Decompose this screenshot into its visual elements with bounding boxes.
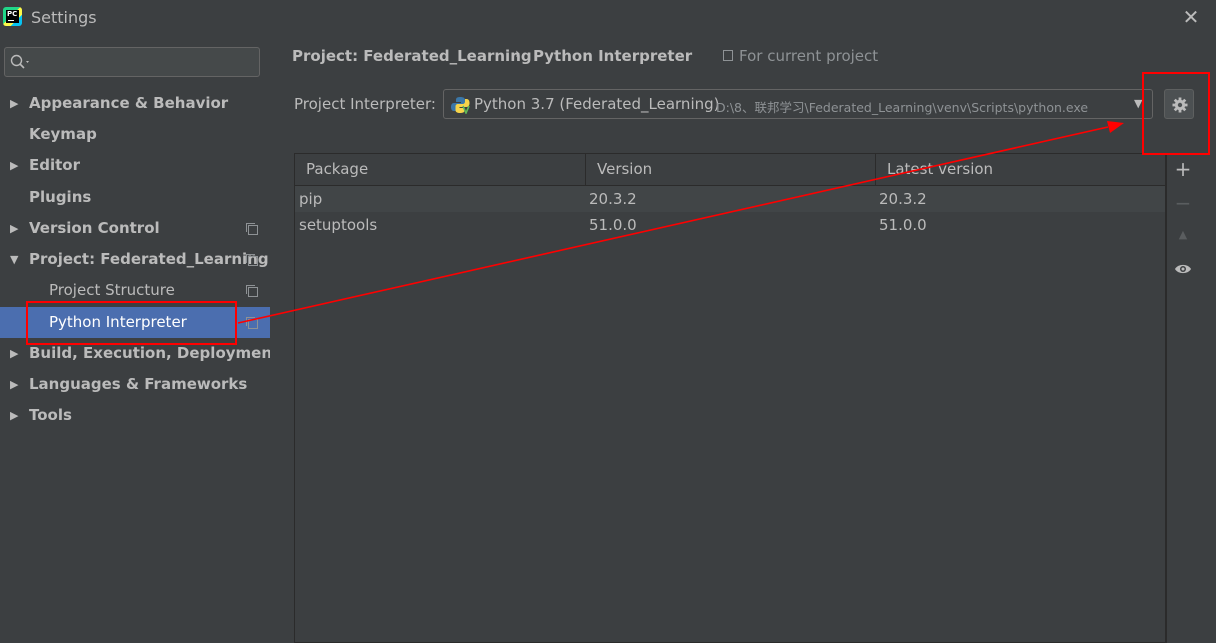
eye-icon (1175, 264, 1191, 274)
table-row[interactable]: pip 20.3.2 20.3.2 (295, 186, 1165, 212)
sidebar-item-project-structure[interactable]: Project Structure (0, 275, 270, 306)
project-scope-icon (246, 254, 258, 266)
search-field[interactable] (33, 51, 257, 75)
window-title: Settings (31, 8, 97, 27)
search-icon (10, 54, 29, 69)
expand-arrow-icon[interactable]: ▶ (10, 88, 18, 119)
breadcrumb-separator: › (515, 46, 521, 62)
settings-sidebar: ▶ Appearance & Behavior Keymap ▶ Editor … (0, 36, 279, 639)
dropdown-arrow-icon[interactable]: ▼ (1134, 97, 1142, 110)
sidebar-item-python-interpreter[interactable]: Python Interpreter (0, 307, 270, 338)
expand-arrow-icon[interactable]: ▶ (10, 400, 18, 431)
project-scope-icon (246, 317, 258, 329)
sidebar-item-keymap[interactable]: Keymap (0, 119, 270, 150)
sidebar-item-build-execution-deployment[interactable]: ▶ Build, Execution, Deployment (0, 338, 279, 369)
upgrade-package-button[interactable]: ▲ (1173, 225, 1193, 245)
close-button[interactable]: ✕ (1180, 6, 1202, 28)
add-package-button[interactable]: + (1173, 159, 1193, 179)
breadcrumb-parent[interactable]: Project: Federated_Learning (292, 47, 532, 65)
interpreter-label: Project Interpreter: (294, 95, 436, 113)
package-name: setuptools (299, 216, 378, 234)
title-bar: PC Settings ✕ (0, 0, 1216, 36)
interpreter-settings-button[interactable] (1164, 89, 1194, 119)
pycharm-logo-icon: PC (3, 7, 22, 26)
column-header-latest-version[interactable]: Latest version (875, 154, 1165, 185)
package-latest-version: 20.3.2 (879, 190, 927, 208)
package-latest-version: 51.0.0 (879, 216, 927, 234)
packages-table[interactable]: Package Version Latest version pip 20.3.… (294, 153, 1166, 643)
interpreter-path: D:\8、联邦学习\Federated_Learning\venv\Script… (716, 100, 1089, 115)
package-version: 51.0.0 (589, 216, 637, 234)
project-scope-icon (723, 50, 733, 61)
interpreter-select[interactable]: Python 3.7 (Federated_Learning) D:\8、联邦学… (443, 89, 1153, 119)
project-scope-icon (246, 223, 258, 235)
column-header-package[interactable]: Package (295, 154, 585, 185)
expand-arrow-icon[interactable]: ▶ (10, 213, 18, 244)
package-name: pip (299, 190, 323, 208)
packages-toolbar: + − ▲ (1166, 153, 1199, 643)
breadcrumb-current: Python Interpreter (533, 47, 693, 65)
show-early-releases-button[interactable] (1173, 258, 1193, 278)
package-version: 20.3.2 (589, 190, 637, 208)
table-row[interactable]: setuptools 51.0.0 51.0.0 (295, 212, 1165, 238)
expand-arrow-icon[interactable]: ▶ (10, 150, 18, 181)
search-input[interactable] (4, 47, 260, 77)
sidebar-item-appearance-behavior[interactable]: ▶ Appearance & Behavior (0, 88, 270, 119)
collapse-arrow-icon[interactable]: ▼ (10, 244, 18, 275)
project-scope-icon (246, 285, 258, 297)
remove-package-button[interactable]: − (1173, 193, 1193, 213)
interpreter-name: Python 3.7 (Federated_Learning) (474, 95, 720, 113)
column-header-version[interactable]: Version (585, 154, 875, 185)
sidebar-item-editor[interactable]: ▶ Editor (0, 150, 270, 181)
table-header: Package Version Latest version (295, 154, 1165, 186)
scope-label: For current project (723, 47, 878, 65)
sidebar-item-plugins[interactable]: Plugins (0, 182, 270, 213)
sidebar-item-languages-frameworks[interactable]: ▶ Languages & Frameworks (0, 369, 270, 400)
expand-arrow-icon[interactable]: ▶ (10, 338, 18, 369)
expand-arrow-icon[interactable]: ▶ (10, 369, 18, 400)
python-logo-icon (451, 97, 470, 114)
sidebar-item-tools[interactable]: ▶ Tools (0, 400, 270, 431)
settings-main-panel: Project: Federated_Learning › Python Int… (270, 36, 1216, 643)
sidebar-item-version-control[interactable]: ▶ Version Control (0, 213, 270, 244)
sidebar-item-project[interactable]: ▼ Project: Federated_Learning (0, 244, 270, 275)
gear-icon (1172, 97, 1188, 113)
